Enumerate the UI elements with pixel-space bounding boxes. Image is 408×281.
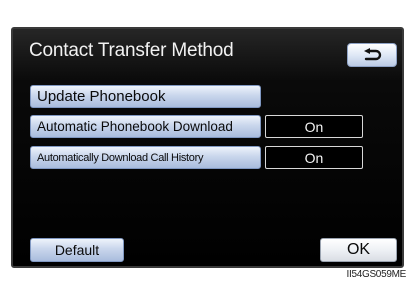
image-code: II54GS059ME (346, 269, 406, 280)
ok-button[interactable]: OK (320, 238, 397, 262)
return-arrow-icon (364, 48, 382, 61)
automatic-phonebook-download-value[interactable]: On (265, 115, 363, 138)
default-button[interactable]: Default (30, 238, 124, 262)
display-screen: Contact Transfer Method Update Phonebook… (11, 27, 404, 268)
back-button[interactable] (347, 43, 397, 67)
update-phonebook-button[interactable]: Update Phonebook (30, 85, 261, 108)
automatic-call-history-value[interactable]: On (265, 146, 363, 169)
page-title: Contact Transfer Method (29, 40, 234, 61)
automatic-phonebook-download-button[interactable]: Automatic Phonebook Download (30, 115, 261, 138)
automatic-call-history-button[interactable]: Automatically Download Call History (30, 146, 261, 169)
